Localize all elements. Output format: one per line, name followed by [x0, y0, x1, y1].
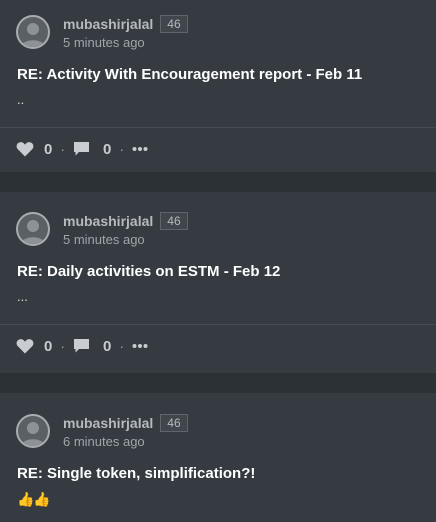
post-body: ... — [17, 289, 28, 304]
post-meta: mubashirjalal 46 5 minutes ago — [63, 14, 188, 50]
post-timestamp[interactable]: 5 minutes ago — [63, 232, 188, 247]
separator-dot: · — [119, 338, 125, 354]
name-row: mubashirjalal 46 — [63, 413, 188, 433]
post-actions: 0 · 0 · — [0, 128, 436, 170]
post-body: 👍👍 — [17, 491, 51, 507]
avatar[interactable] — [16, 15, 50, 49]
post-meta: mubashirjalal 46 6 minutes ago — [63, 413, 188, 449]
separator-dot: · — [119, 141, 125, 157]
post-meta: mubashirjalal 46 5 minutes ago — [63, 211, 188, 247]
comment-icon[interactable] — [73, 338, 90, 354]
name-row: mubashirjalal 46 — [63, 14, 188, 34]
reputation-badge: 46 — [160, 414, 188, 432]
comment-count: 0 — [103, 140, 112, 158]
post-feed: mubashirjalal 46 5 minutes ago RE: Activ… — [0, 0, 436, 522]
reputation-badge: 46 — [160, 212, 188, 230]
post-timestamp[interactable]: 5 minutes ago — [63, 35, 188, 50]
post-body: .. — [17, 92, 25, 107]
post-title[interactable]: RE: Daily activities on ESTM - Feb 12 — [0, 262, 436, 282]
post-title[interactable]: RE: Single token, simplification?! — [0, 464, 436, 484]
comment-icon[interactable] — [73, 141, 90, 157]
comment-count: 0 — [103, 337, 112, 355]
user-silhouette-icon — [21, 422, 45, 446]
post-gap — [0, 172, 436, 192]
user-silhouette-icon — [21, 23, 45, 47]
post-header: mubashirjalal 46 5 minutes ago — [0, 0, 436, 52]
avatar[interactable] — [16, 414, 50, 448]
separator-dot: · — [60, 141, 66, 157]
post-timestamp[interactable]: 6 minutes ago — [63, 434, 188, 449]
avatar[interactable] — [16, 212, 50, 246]
heart-icon[interactable] — [16, 338, 34, 354]
more-icon[interactable] — [132, 146, 148, 152]
post-gap — [0, 373, 436, 393]
post-actions: 0 · 0 · — [0, 325, 436, 367]
like-count: 0 — [44, 140, 53, 158]
post-title[interactable]: RE: Activity With Encouragement report -… — [0, 65, 436, 85]
username-link[interactable]: mubashirjalal — [63, 16, 153, 32]
post-card: mubashirjalal 46 5 minutes ago RE: Daily… — [0, 192, 436, 373]
post-header: mubashirjalal 46 6 minutes ago — [0, 393, 436, 451]
user-silhouette-icon — [21, 220, 45, 244]
separator-dot: · — [60, 338, 66, 354]
more-icon[interactable] — [132, 343, 148, 349]
username-link[interactable]: mubashirjalal — [63, 213, 153, 229]
heart-icon[interactable] — [16, 141, 34, 157]
name-row: mubashirjalal 46 — [63, 211, 188, 231]
post-card: mubashirjalal 46 5 minutes ago RE: Activ… — [0, 0, 436, 172]
reputation-badge: 46 — [160, 15, 188, 33]
like-count: 0 — [44, 337, 53, 355]
post-header: mubashirjalal 46 5 minutes ago — [0, 192, 436, 249]
username-link[interactable]: mubashirjalal — [63, 415, 153, 431]
post-card: mubashirjalal 46 6 minutes ago RE: Singl… — [0, 393, 436, 522]
